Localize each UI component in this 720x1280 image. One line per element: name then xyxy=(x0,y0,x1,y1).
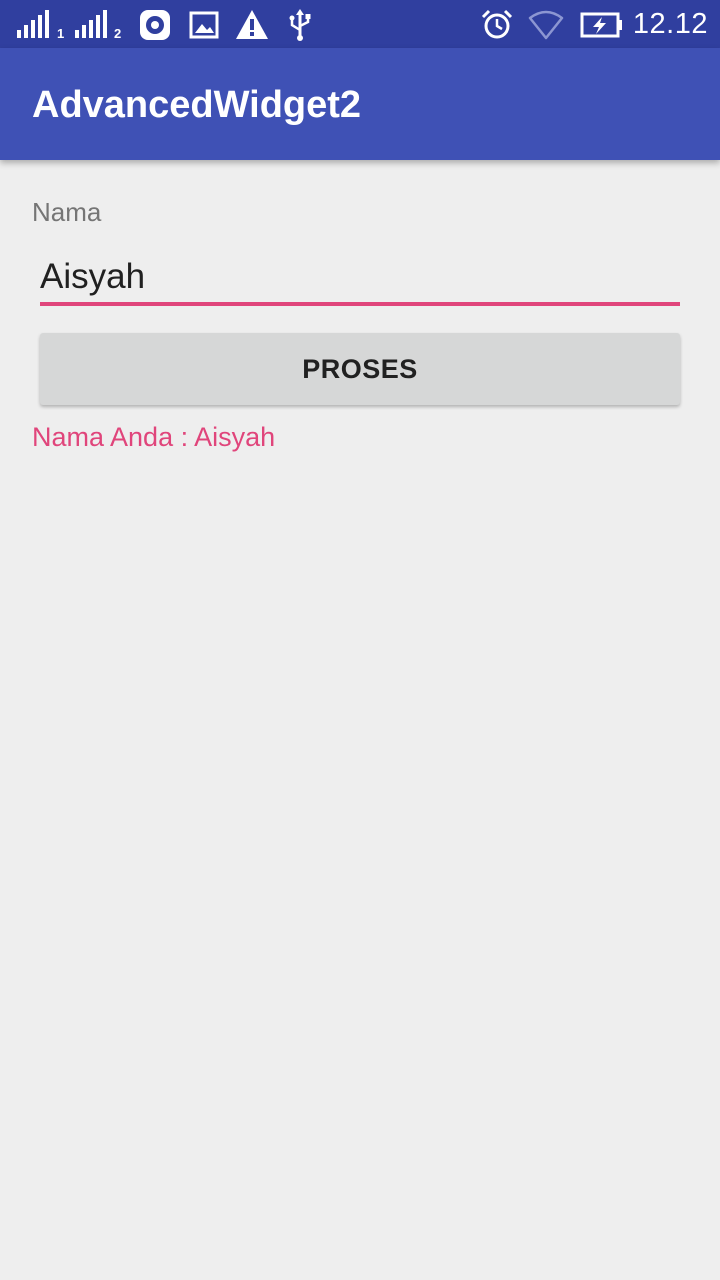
app-bar: AdvancedWidget2 xyxy=(0,48,720,160)
app-title: AdvancedWidget2 xyxy=(32,84,362,126)
image-notification-icon xyxy=(189,11,219,39)
warning-icon xyxy=(236,10,268,39)
name-label: Nama xyxy=(32,197,102,227)
signal-sim2-icon xyxy=(75,10,107,38)
main-content: Nama PROSES Nama Anda : Aisyah xyxy=(0,160,720,1280)
sim2-number: 2 xyxy=(114,26,122,41)
proses-button[interactable]: PROSES xyxy=(40,333,680,405)
battery-charging-icon xyxy=(580,12,622,38)
name-input[interactable] xyxy=(40,252,680,306)
sim1-number: 1 xyxy=(57,26,65,41)
alarm-icon xyxy=(481,9,513,39)
record-app-icon xyxy=(140,10,170,40)
signal-sim1-icon xyxy=(17,10,49,38)
wifi-icon xyxy=(528,10,564,40)
usb-icon xyxy=(289,9,311,41)
status-bar: 1 2 12.12 xyxy=(0,0,720,48)
status-clock: 12.12 xyxy=(632,8,708,40)
result-text: Nama Anda : Aisyah xyxy=(32,422,276,452)
